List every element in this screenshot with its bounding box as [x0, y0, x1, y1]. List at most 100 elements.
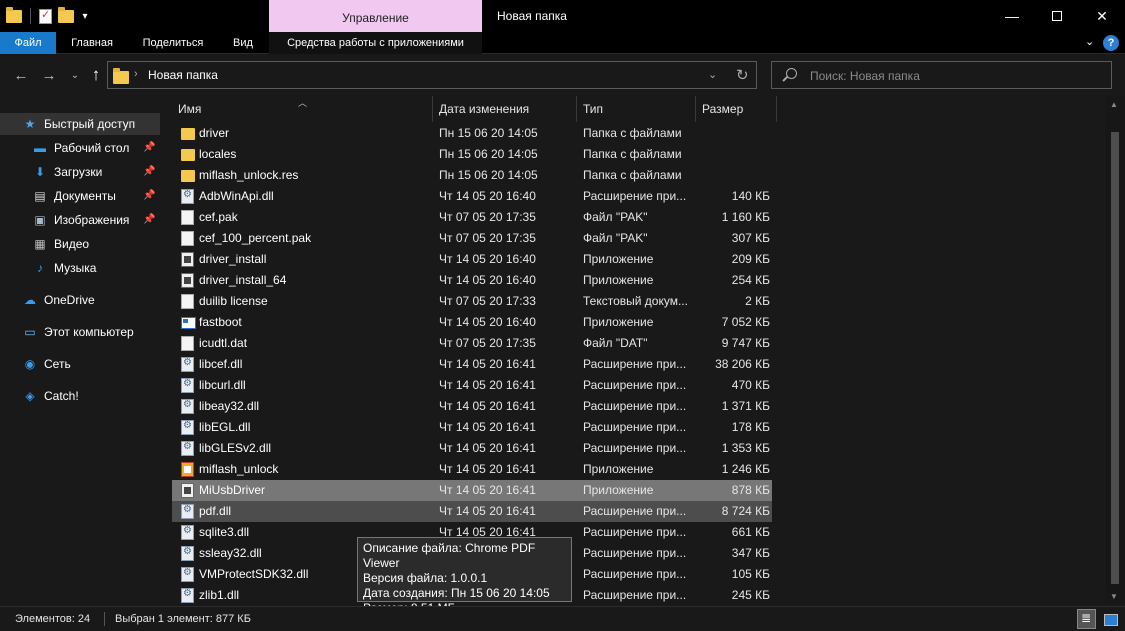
table-row[interactable]: icudtl.dat Чт 07 05 20 17:35 Файл "DAT" 9 7… — [172, 333, 772, 354]
file-type: Файл "PAK" — [583, 231, 648, 245]
table-row[interactable]: pdf.dll Чт 14 05 20 16:41 Расширение при..… — [172, 501, 772, 522]
tab-home[interactable]: Главная — [60, 32, 124, 54]
navigation-pane: ★ Быстрый доступ ▬ Рабочий стол 📌 ⬇ Загрузки 📌 ▤… — [0, 96, 160, 604]
sidebar-item-label: Быстрый доступ — [44, 117, 136, 131]
scroll-down-icon[interactable]: ▼ — [1110, 592, 1118, 601]
recent-locations-icon[interactable]: ⌄ — [66, 70, 84, 81]
file-type: Приложение — [583, 462, 654, 476]
table-row[interactable]: libEGL.dll Чт 14 05 20 16:41 Расширение пр… — [172, 417, 772, 438]
column-header-size[interactable]: Размер — [696, 96, 777, 122]
table-row[interactable]: driver_install Чт 14 05 20 16:40 Приложени… — [172, 249, 772, 270]
file-name: locales — [199, 147, 237, 161]
file-date: Пн 15 06 20 14:05 — [439, 168, 538, 182]
chevron-down-icon[interactable]: ⌄ — [708, 68, 717, 81]
sidebar-item[interactable]: ☁ OneDrive — [0, 289, 160, 311]
table-row[interactable]: MiUsbDriver Чт 14 05 20 16:41 Приложение 87… — [172, 480, 772, 501]
file-size: 9 747 КБ — [721, 336, 770, 350]
table-row[interactable]: libcef.dll Чт 14 05 20 16:41 Расширение пр… — [172, 354, 772, 375]
table-row[interactable]: locales Пн 15 06 20 14:05 Папка с файлами — [172, 144, 772, 165]
sidebar-item[interactable]: ▤ Документы 📌 — [0, 185, 160, 207]
pin-icon[interactable]: 📌 — [143, 166, 155, 177]
table-row[interactable]: libGLESv2.dll Чт 14 05 20 16:41 Расширение… — [172, 438, 772, 459]
sidebar-item[interactable]: ▭ Этот компьютер — [0, 321, 160, 343]
table-row[interactable]: driver_install_64 Чт 14 05 20 16:40 Прилож… — [172, 270, 772, 291]
sidebar-item[interactable]: ▣ Изображения 📌 — [0, 209, 160, 231]
dll-file-icon — [181, 567, 194, 582]
back-arrow-icon[interactable]: ← — [12, 67, 30, 84]
up-arrow-icon[interactable]: ↑ — [87, 65, 105, 85]
search-input[interactable]: Поиск: Новая папка — [771, 61, 1112, 89]
table-row[interactable]: miflash_unlock Чт 14 05 20 16:41 Приложени… — [172, 459, 772, 480]
file-type: Расширение при... — [583, 357, 687, 371]
tab-file[interactable]: Файл — [0, 32, 56, 54]
file-date: Чт 14 05 20 16:41 — [439, 357, 536, 371]
close-button[interactable]: ✕ — [1079, 0, 1125, 32]
table-row[interactable]: cef_100_percent.pak Чт 07 05 20 17:35 Файл… — [172, 228, 772, 249]
file-date: Чт 07 05 20 17:35 — [439, 231, 536, 245]
file-type: Расширение при... — [583, 504, 687, 518]
file-type: Папка с файлами — [583, 147, 682, 161]
dll-file-icon — [181, 378, 194, 393]
refresh-icon[interactable]: ↻ — [736, 66, 749, 84]
new-folder-icon[interactable] — [58, 6, 74, 23]
column-header-date[interactable]: Дата изменения — [433, 96, 577, 122]
minimize-button[interactable]: — — [989, 0, 1035, 32]
tab-share[interactable]: Поделиться — [130, 32, 216, 54]
expand-ribbon-icon[interactable]: ⌄ — [1085, 35, 1094, 48]
vertical-scrollbar[interactable]: ▲ ▼ — [1105, 96, 1125, 604]
download-icon: ⬇ — [34, 165, 46, 179]
file-date: Чт 14 05 20 16:40 — [439, 273, 536, 287]
dll-file-icon — [181, 588, 194, 603]
table-row[interactable]: libeay32.dll Чт 14 05 20 16:41 Расширение … — [172, 396, 772, 417]
sidebar-item[interactable]: ◈ Catch! — [0, 385, 160, 407]
file-type: Расширение при... — [583, 588, 687, 602]
sidebar-item[interactable]: ◉ Сеть — [0, 353, 160, 375]
file-size — [702, 144, 770, 165]
file-type: Расширение при... — [583, 378, 687, 392]
help-icon[interactable]: ? — [1103, 35, 1119, 51]
table-row[interactable]: miflash_unlock.res Пн 15 06 20 14:05 Папка… — [172, 165, 772, 186]
address-bar[interactable]: › Новая папка ⌄ ↻ — [107, 61, 757, 89]
table-row[interactable]: AdbWinApi.dll Чт 14 05 20 16:40 Расширение… — [172, 186, 772, 207]
file-name: cef_100_percent.pak — [199, 231, 312, 245]
details-view-icon[interactable] — [1077, 609, 1096, 629]
table-row[interactable]: fastboot Чт 14 05 20 16:40 Приложение 7 052… — [172, 312, 772, 333]
file-size: 178 КБ — [731, 420, 770, 434]
file-name: driver — [199, 126, 230, 140]
sidebar-item-label: Музыка — [54, 261, 97, 275]
file-date: Чт 14 05 20 16:41 — [439, 399, 536, 413]
sidebar-item[interactable]: ▬ Рабочий стол 📌 — [0, 137, 160, 159]
table-row[interactable]: libcurl.dll Чт 14 05 20 16:41 Расширение п… — [172, 375, 772, 396]
address-path[interactable]: Новая папка — [148, 68, 218, 82]
file-size: 661 КБ — [731, 525, 770, 539]
qat-dropdown-icon[interactable]: ▾ — [80, 11, 90, 22]
properties-icon[interactable] — [39, 8, 52, 24]
pin-icon[interactable]: 📌 — [143, 214, 155, 225]
chevron-right-icon[interactable]: › — [134, 68, 138, 80]
file-type: Текстовый докум... — [583, 294, 688, 308]
table-row[interactable]: duilib license Чт 07 05 20 17:33 Текстовый… — [172, 291, 772, 312]
pin-icon[interactable]: 📌 — [143, 142, 155, 153]
tooltip-version: Версия файла: 1.0.0.1 — [363, 571, 488, 585]
file-type: Расширение при... — [583, 441, 687, 455]
file-name: libeay32.dll — [199, 399, 260, 413]
sidebar-item[interactable]: ⬇ Загрузки 📌 — [0, 161, 160, 183]
sidebar-item[interactable]: ★ Быстрый доступ — [0, 113, 160, 135]
file-name: libcurl.dll — [199, 378, 246, 392]
tab-application-tools[interactable]: Средства работы с приложениями — [269, 32, 482, 54]
forward-arrow-icon[interactable]: → — [40, 67, 58, 84]
dll-file-icon — [181, 420, 194, 435]
column-header-type[interactable]: Тип — [577, 96, 696, 122]
sidebar-item[interactable]: ♪ Музыка — [0, 257, 160, 279]
large-icons-view-icon[interactable] — [1101, 609, 1120, 629]
scroll-up-icon[interactable]: ▲ — [1110, 100, 1118, 109]
manage-contextual-tab[interactable]: Управление — [269, 0, 482, 34]
folder-icon — [113, 68, 129, 84]
pin-icon[interactable]: 📌 — [143, 190, 155, 201]
maximize-button[interactable] — [1034, 0, 1080, 32]
table-row[interactable]: cef.pak Чт 07 05 20 17:35 Файл "PAK" 1 160 … — [172, 207, 772, 228]
scroll-thumb[interactable] — [1111, 132, 1119, 584]
tab-view[interactable]: Вид — [222, 32, 264, 54]
sidebar-item[interactable]: ▦ Видео — [0, 233, 160, 255]
table-row[interactable]: driver Пн 15 06 20 14:05 Папка с файлами — [172, 123, 772, 144]
